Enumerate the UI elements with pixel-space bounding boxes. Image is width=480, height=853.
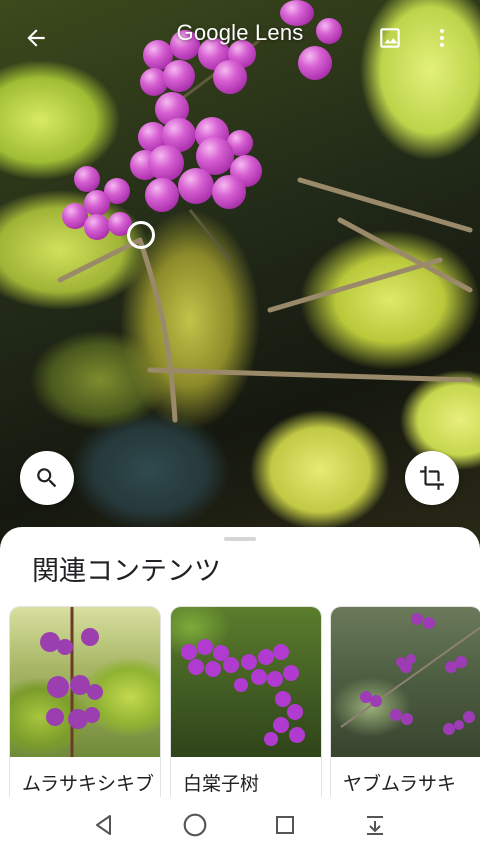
card-label: ヤブムラサキ — [343, 773, 457, 795]
card-thumbnail — [171, 607, 321, 757]
gallery-button[interactable] — [370, 18, 410, 58]
berry — [178, 168, 214, 204]
berry — [84, 214, 110, 240]
nav-recents-button[interactable] — [263, 805, 307, 845]
related-card[interactable]: ヤブムラサキ — [331, 607, 480, 797]
crop-icon — [420, 466, 444, 490]
card-thumbnail — [331, 607, 480, 757]
search-icon — [37, 468, 57, 488]
system-nav-bar — [0, 797, 480, 853]
search-button[interactable] — [20, 451, 74, 505]
card-berries — [181, 639, 305, 746]
crop-button[interactable] — [405, 451, 459, 505]
sheet-drag-handle[interactable] — [224, 537, 256, 541]
nav-home-button[interactable] — [173, 805, 217, 845]
recents-square-icon — [276, 816, 294, 834]
results-sheet[interactable]: 関連コンテンツ ムラサキシキブ 白棠子树 ヤブムラサキ — [0, 527, 480, 797]
top-bar: Google Lens — [0, 0, 480, 76]
home-circle-icon — [183, 813, 207, 837]
card-thumbnail — [10, 607, 160, 757]
back-triangle-icon — [96, 815, 111, 835]
notification-down-icon — [367, 816, 383, 835]
image-icon — [380, 28, 400, 48]
card-berries — [340, 613, 480, 735]
card-label: 白棠子树 — [183, 773, 260, 795]
card-berries — [40, 607, 103, 757]
related-card[interactable]: ムラサキシキブ — [10, 607, 160, 797]
nav-notification-button[interactable] — [353, 805, 397, 845]
sheet-title: 関連コンテンツ — [32, 556, 221, 587]
berry — [74, 166, 100, 192]
more-options-button[interactable] — [424, 18, 460, 58]
berry — [212, 175, 246, 209]
related-cards: ムラサキシキブ 白棠子树 ヤブムラサキ — [10, 607, 480, 797]
nav-back-button[interactable] — [82, 805, 126, 845]
focus-target-ring[interactable] — [127, 221, 155, 249]
related-card[interactable]: 白棠子树 — [171, 607, 321, 797]
berry — [145, 178, 179, 212]
card-label: ムラサキシキブ — [22, 773, 155, 795]
berry — [84, 190, 110, 216]
berry — [148, 145, 184, 181]
more-vert-icon — [440, 29, 444, 47]
